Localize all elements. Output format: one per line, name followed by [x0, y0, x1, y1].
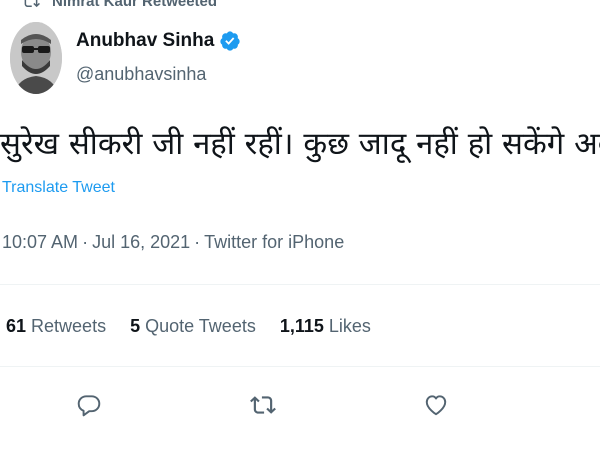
author-handle[interactable]: @anubhavsinha — [76, 64, 206, 85]
verified-badge-icon — [220, 31, 240, 51]
quote-tweets-label: Quote Tweets — [145, 316, 256, 336]
like-button[interactable] — [423, 392, 449, 418]
quote-tweets-count: 5 — [130, 316, 141, 336]
tweet-date[interactable]: Jul 16, 2021 — [92, 232, 190, 253]
avatar-photo — [10, 22, 62, 94]
meta-separator: · — [82, 232, 89, 252]
tweet-source[interactable]: Twitter for iPhone — [204, 232, 344, 253]
retweets-count: 61 — [6, 316, 27, 336]
avatar[interactable] — [10, 22, 62, 94]
retweet-notice-text: Nimrat Kaur Retweeted — [52, 0, 218, 10]
tweet-stats: 61 Retweets 5 Quote Tweets 1,115 Likes — [6, 316, 371, 337]
heart-icon — [425, 395, 447, 416]
retweets-stat[interactable]: 61 Retweets — [6, 316, 106, 337]
retweet-icon — [24, 0, 40, 8]
author-name[interactable]: Anubhav Sinha — [76, 30, 214, 52]
quote-tweets-stat[interactable]: 5 Quote Tweets — [130, 316, 256, 337]
tweet-meta: 10:07 AM · Jul 16, 2021 · Twitter for iP… — [2, 232, 344, 253]
likes-label: Likes — [328, 316, 371, 336]
likes-stat[interactable]: 1,115 Likes — [280, 316, 371, 337]
likes-count: 1,115 — [279, 316, 324, 336]
retweet-icon — [250, 396, 276, 414]
tweet-actions — [0, 392, 600, 422]
retweet-button[interactable] — [250, 392, 276, 418]
divider — [0, 366, 600, 367]
retweet-notice: Nimrat Kaur Retweeted — [22, 0, 217, 11]
meta-separator: · — [194, 232, 201, 252]
retweets-label: Retweets — [31, 316, 107, 336]
reply-button[interactable] — [76, 392, 102, 418]
tweet-time[interactable]: 10:07 AM — [2, 232, 78, 253]
tweet-text: सुरेख सीकरी जी नहीं रहीं। कुछ जादू नहीं … — [0, 126, 600, 162]
reply-icon — [77, 395, 101, 417]
divider — [0, 284, 600, 285]
author-name-row[interactable]: Anubhav Sinha — [76, 30, 241, 52]
translate-tweet-link[interactable]: Translate Tweet — [2, 179, 115, 197]
